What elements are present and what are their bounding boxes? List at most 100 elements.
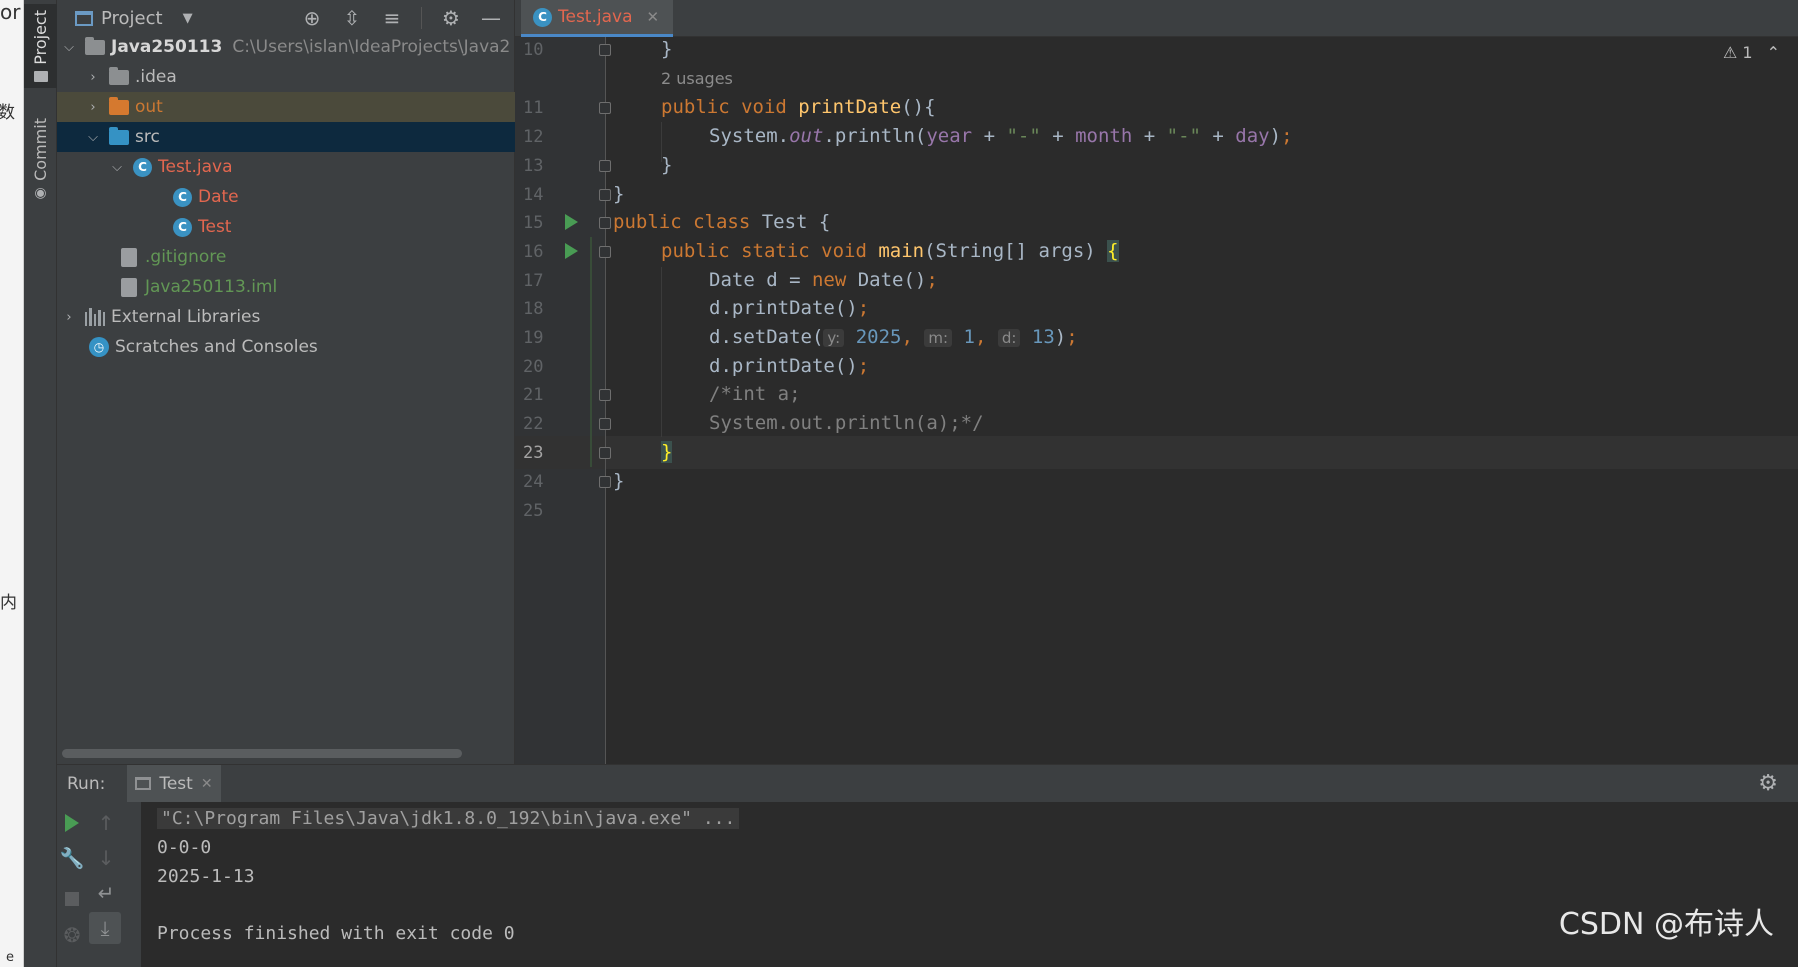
tree-item-label: Scratches and Consoles [115,337,318,357]
matched-brace: { [1107,240,1119,262]
matched-brace: } [661,441,673,463]
scroll-to-end-icon[interactable]: ⤓ [89,912,121,944]
rerun-button[interactable] [59,810,85,836]
close-icon[interactable]: ✕ [647,8,660,26]
tree-item-project-root[interactable]: ⌵ Java250113 C:\Users\islan\IdeaProjects… [57,32,515,62]
chevron-down-icon[interactable]: ⌵ [83,130,103,145]
fold-marker-icon[interactable] [599,217,611,229]
fold-marker-icon[interactable] [599,44,611,56]
code-semicolon: ; [926,269,938,291]
adjacent-window-edge: or 数 内 e [0,0,24,967]
run-header: Run: Test ✕ [57,765,1798,802]
collapse-all-icon[interactable]: ≡ [381,6,403,30]
expand-all-icon[interactable]: ⇳ [341,6,363,30]
usages-hint[interactable]: 2 usages [661,69,733,88]
fold-marker-icon[interactable] [599,476,611,488]
minimize-icon[interactable]: — [480,6,502,30]
tree-item-src[interactable]: ⌵ src [57,122,515,152]
chevron-down-icon[interactable]: ▼ [183,11,193,26]
close-icon[interactable]: ✕ [201,776,213,792]
code-text: d.setDate( [709,326,824,348]
code-text: + [1132,125,1167,147]
tree-item-external-libraries[interactable]: › External Libraries [57,302,515,332]
tree-item-label: src [135,127,160,147]
inspection-widget[interactable]: ⚠ 1 ⌃ [1723,43,1780,62]
tool-tab-commit[interactable]: Commit ◉ [24,112,57,207]
tool-tab-project[interactable]: Project [24,4,57,88]
fold-marker-icon[interactable] [599,246,611,258]
chevron-up-icon[interactable]: ⌃ [1767,43,1780,62]
run-tab-test[interactable]: Test ✕ [127,765,221,802]
line-number: 17 [523,271,544,291]
editor-tab-test-java[interactable]: C Test.java ✕ [521,0,674,37]
fold-marker-icon[interactable] [599,189,611,201]
tree-item-scratches[interactable]: ◷ Scratches and Consoles [57,332,515,362]
tree-item-idea[interactable]: › .idea [57,62,515,92]
tool-tab-commit-label: Commit [31,118,50,181]
arrow-down-icon[interactable]: ↓ [93,845,119,871]
code-editor[interactable]: ⚠ 1 ⌃ 10 11 12 13 14 15 16 17 18 19 20 2… [515,37,1798,764]
run-class-icon[interactable] [565,214,578,230]
arrow-up-icon[interactable]: ↑ [93,810,119,836]
horizontal-scrollbar[interactable] [62,749,462,758]
chevron-down-icon[interactable]: ⌵ [59,40,79,55]
tree-item-path: C:\Users\islan\IdeaProjects\Java2 [232,37,511,57]
code-comma: , [974,326,987,348]
class-icon: C [173,217,192,237]
current-line-highlight [515,436,1798,469]
console-output[interactable]: "C:\Program Files\Java\jdk1.8.0_192\bin\… [141,802,1798,967]
parameter-hint: d: [997,329,1021,347]
chevron-right-icon[interactable]: › [59,310,79,325]
tree-item-date-class[interactable]: C Date [57,182,515,212]
tree-item-gitignore[interactable]: .gitignore [57,242,515,272]
fold-marker-icon[interactable] [599,447,611,459]
debug-icon[interactable]: ❂ [59,922,85,948]
tree-item-iml[interactable]: Java250113.iml [57,272,515,302]
project-view-selector[interactable]: Project [101,8,163,29]
line-number: 21 [523,385,544,405]
run-main-icon[interactable] [565,243,578,259]
line-number: 16 [523,242,544,262]
java-file-icon: C [133,157,152,177]
code-text: Date d = [709,269,812,291]
soft-wrap-icon[interactable]: ↵ [93,880,119,906]
wrench-icon[interactable]: 🔧 [59,845,85,871]
code-text: + [1040,125,1076,147]
fold-marker-icon[interactable] [599,160,611,172]
chevron-right-icon[interactable]: › [83,70,103,85]
fold-marker-icon[interactable] [599,102,611,114]
code-comment: /*int a; [709,383,801,405]
edge-text-top: or [0,0,21,24]
code-field: year [926,125,973,147]
line-number: 13 [523,156,544,176]
code-line-16: public static void main(String[] args) { [661,240,1119,262]
tree-item-test-java[interactable]: ⌵ C Test.java [57,152,515,182]
code-semicolon: ; [857,297,870,319]
tree-item-out[interactable]: › out [57,92,515,122]
stop-button[interactable] [59,886,85,912]
tree-item-label: .gitignore [145,247,227,267]
tree-item-test-class[interactable]: C Test [57,212,515,242]
console-command-text: "C:\Program Files\Java\jdk1.8.0_192\bin\… [157,808,740,829]
tree-item-label: Date [198,187,239,207]
code-string: "-" [1006,125,1041,147]
code-text: d.printDate() [709,297,858,319]
gear-icon[interactable]: ⚙ [440,6,462,30]
code-text: Date() [857,269,927,291]
fold-marker-icon[interactable] [599,389,611,401]
code-line-17: Date d = new Date(); [709,269,938,291]
locate-file-icon[interactable]: ⊕ [301,6,323,30]
tree-item-label: Java250113.iml [145,277,278,297]
code-field: month [1075,125,1133,147]
tree-item-label: out [135,97,163,117]
code-number: 2025 [855,326,902,348]
chevron-down-icon[interactable]: ⌵ [107,160,127,175]
folder-icon [109,66,129,85]
gear-icon[interactable]: ⚙ [1758,771,1778,796]
project-header: Project ▼ ⊕ ⇳ ≡ ⚙ — [57,0,514,36]
code-text: + [972,125,1007,147]
code-number: 1 [963,326,975,348]
line-number: 10 [523,40,544,60]
chevron-right-icon[interactable]: › [83,100,103,115]
fold-marker-icon[interactable] [599,418,611,430]
